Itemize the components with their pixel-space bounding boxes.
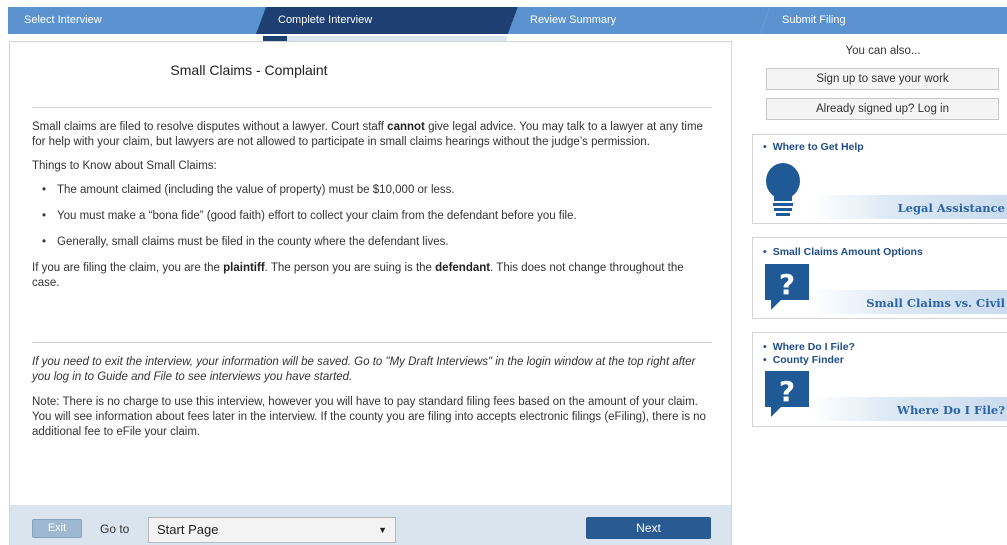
next-button[interactable]: Next (586, 517, 711, 539)
where-to-file-card: Where Do I File? County Finder ? Where D… (752, 332, 1007, 427)
amount-options-card: Small Claims Amount Options ? Small Clai… (752, 237, 1007, 319)
plaintiff-term: plaintiff (223, 262, 265, 274)
intro-paragraph: Small claims are filed to resolve disput… (32, 121, 703, 148)
step-complete-interview[interactable]: Complete Interview (256, 7, 518, 34)
where-to-get-help-link[interactable]: Where to Get Help (763, 141, 864, 153)
step-submit-filing[interactable]: Submit Filing (760, 7, 1007, 34)
signup-button[interactable]: Sign up to save your work (766, 68, 999, 90)
interview-footer: Exit Go to Start Page ▼ Next (10, 505, 731, 545)
things-list: The amount claimed (including the value … (32, 183, 712, 250)
svg-text:?: ? (779, 268, 795, 301)
divider (32, 342, 712, 343)
dropdown-arrow-icon: ▼ (378, 525, 387, 535)
things-heading: Things to Know about Small Claims: (32, 160, 217, 172)
step-navigation: Select Interview Complete Interview Revi… (0, 0, 1007, 36)
login-button[interactable]: Already signed up? Log in (766, 98, 999, 120)
svg-text:?: ? (779, 375, 795, 408)
county-finder-link[interactable]: County Finder (763, 354, 844, 366)
intro-content: Small claims are filed to resolve disput… (32, 120, 712, 300)
legal-assistance-link[interactable]: Legal Assistance (898, 201, 1005, 215)
step-review-summary[interactable]: Review Summary (508, 7, 770, 34)
interview-panel: Small Claims - Complaint Small claims ar… (9, 41, 732, 545)
small-claims-vs-civil-link[interactable]: Small Claims vs. Civil (866, 296, 1005, 310)
sidebar-title: You can also... (845, 45, 921, 57)
cannot-emphasis: cannot (387, 121, 425, 133)
step-select-interview[interactable]: Select Interview (8, 7, 270, 34)
help-card: Where to Get Help Legal Assistance (752, 134, 1007, 224)
question-icon: ? (765, 264, 809, 310)
exit-button[interactable]: Exit (32, 519, 82, 538)
where-do-i-file-footer-link[interactable]: Where Do I File? (897, 403, 1005, 417)
goto-label: Go to (100, 522, 130, 536)
list-item: Generally, small claims must be filed in… (32, 235, 712, 250)
divider (32, 107, 712, 108)
goto-select[interactable]: Start Page ▼ (148, 517, 396, 543)
question-icon: ? (765, 371, 809, 417)
defendant-term: defendant (435, 262, 491, 274)
page-title: Small Claims - Complaint (170, 62, 328, 78)
fee-note: Note: There is no charge to use this int… (32, 396, 706, 438)
where-do-i-file-link[interactable]: Where Do I File? (763, 341, 855, 353)
notes-content: If you need to exit the interview, your … (32, 355, 712, 450)
lightbulb-icon (766, 163, 800, 216)
list-item: The amount claimed (including the value … (32, 183, 712, 198)
plaintiff-paragraph: If you are filing the claim, you are the… (32, 262, 684, 289)
amount-options-link[interactable]: Small Claims Amount Options (763, 246, 923, 258)
exit-note: If you need to exit the interview, your … (32, 356, 696, 383)
goto-selected-value: Start Page (157, 522, 219, 537)
list-item: You must make a “bona fide” (good faith)… (32, 209, 712, 224)
